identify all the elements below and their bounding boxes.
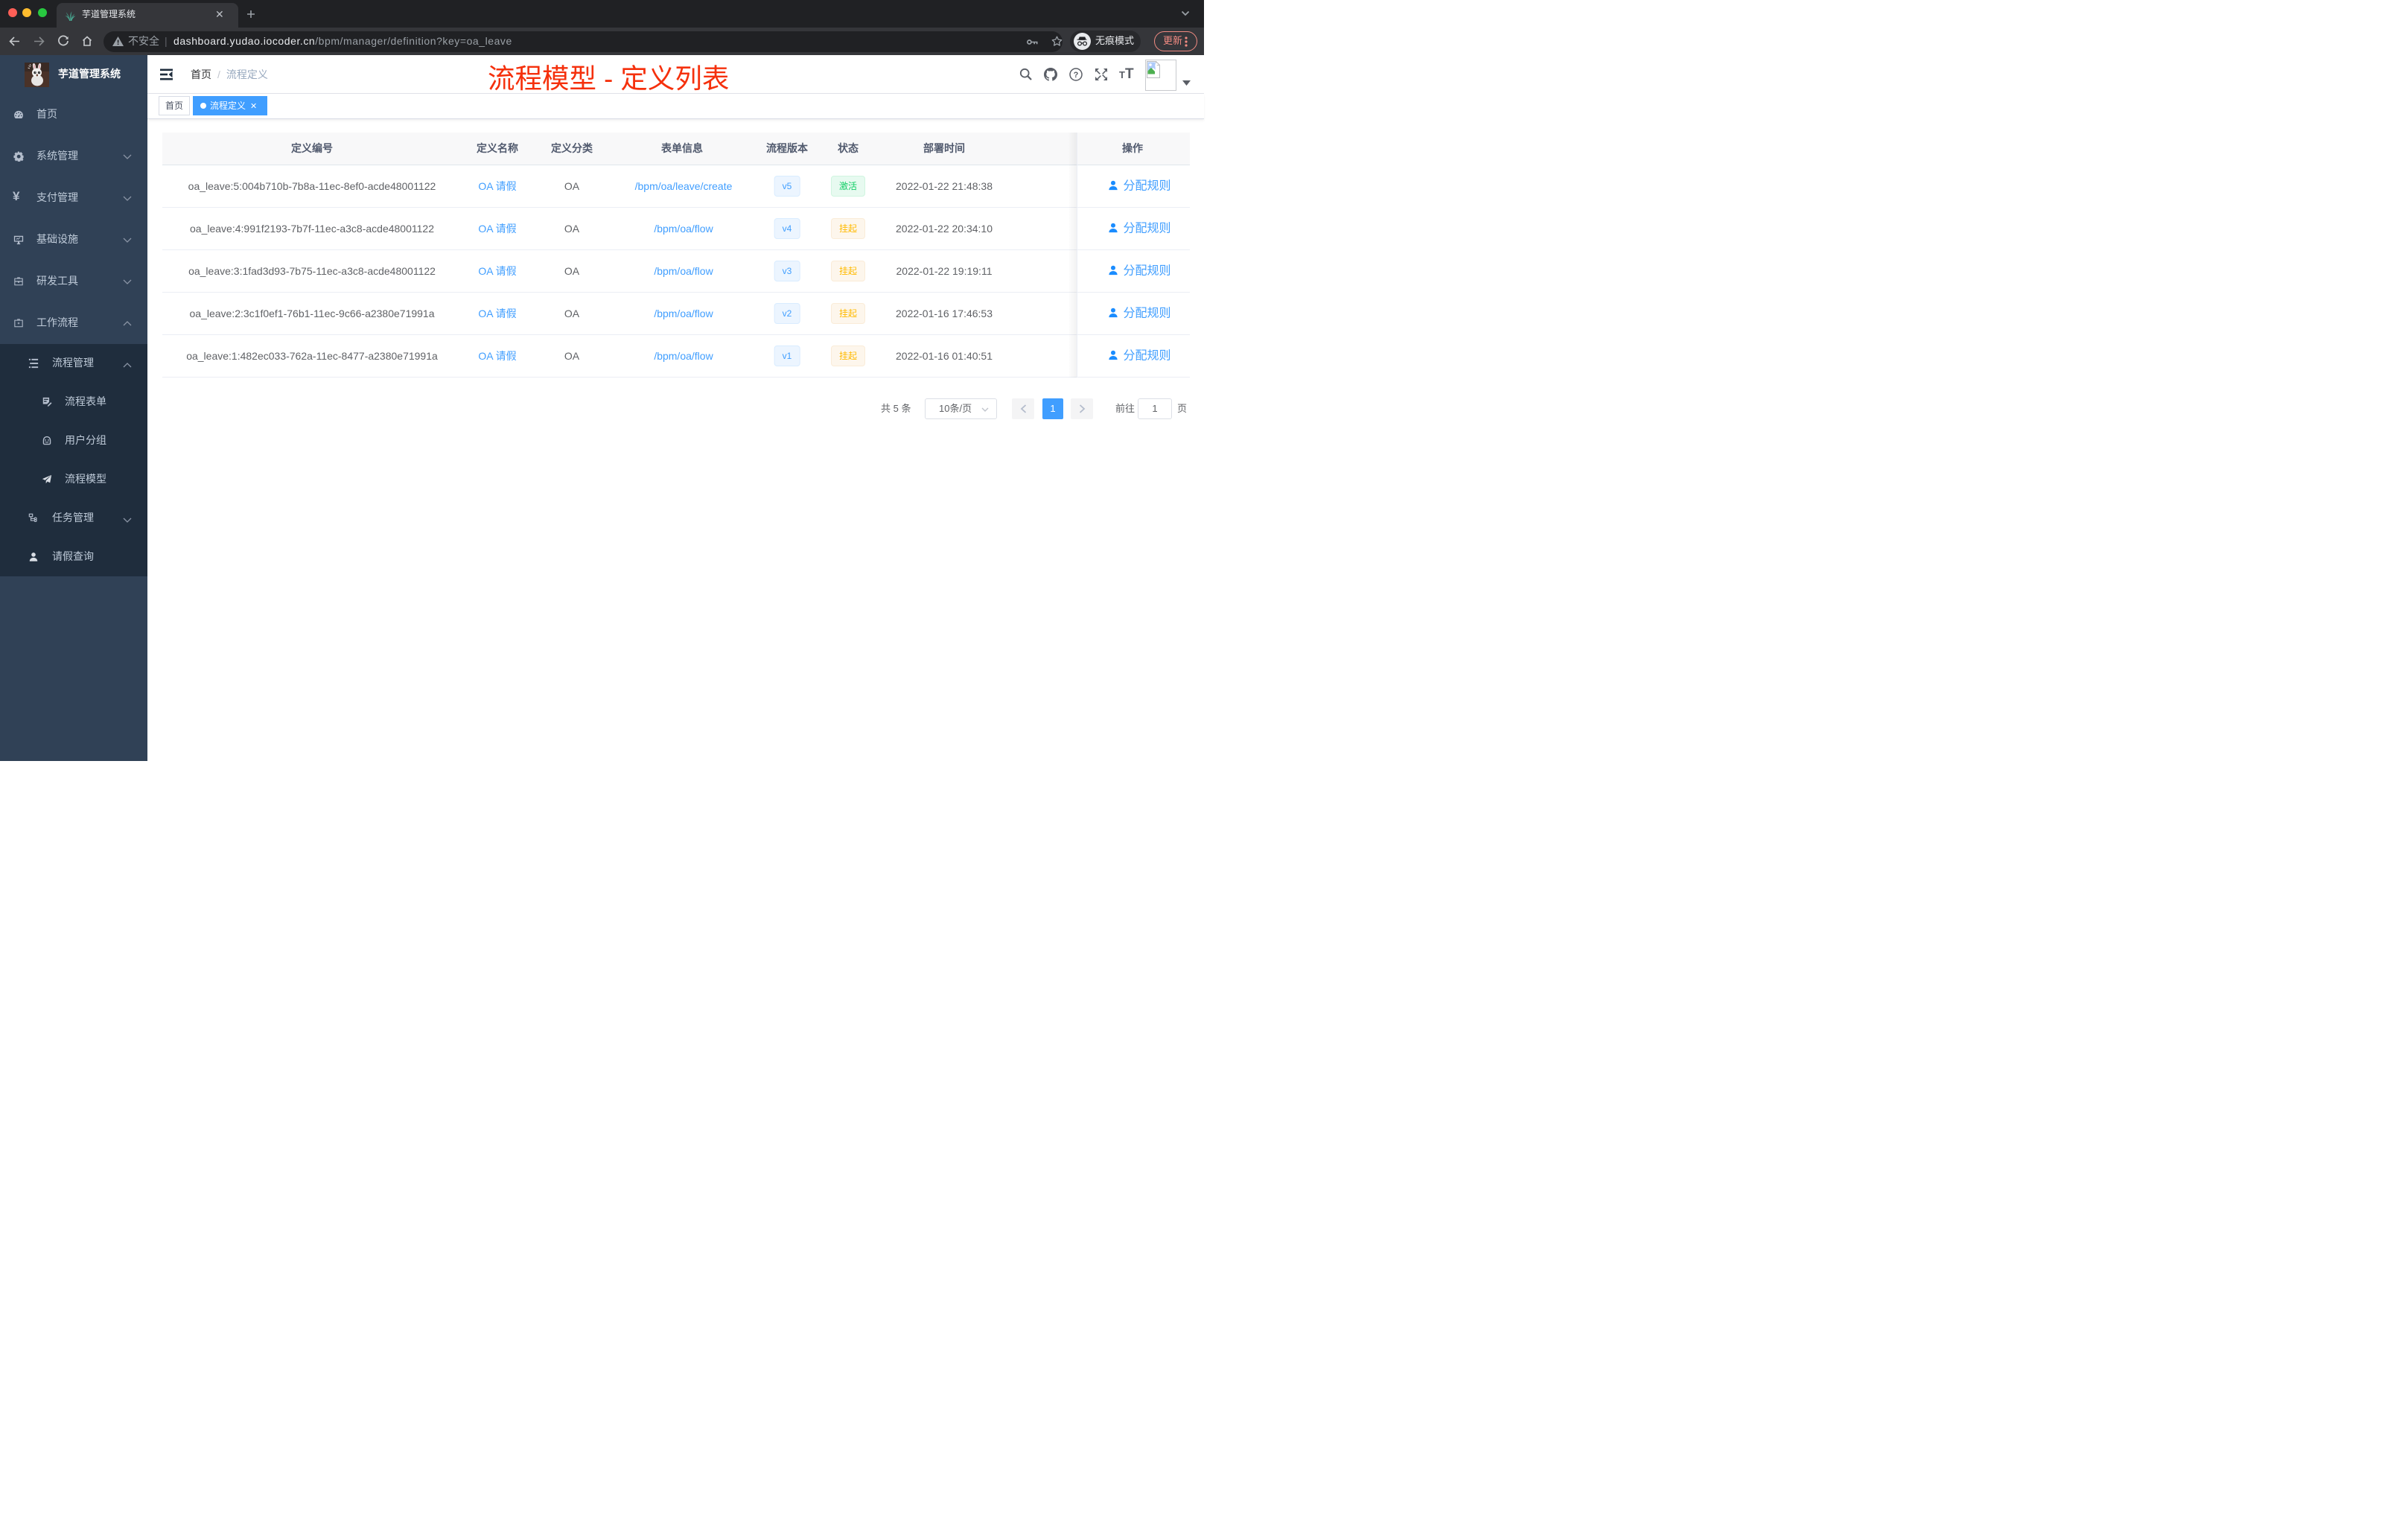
svg-text:?: ? (1074, 71, 1079, 80)
